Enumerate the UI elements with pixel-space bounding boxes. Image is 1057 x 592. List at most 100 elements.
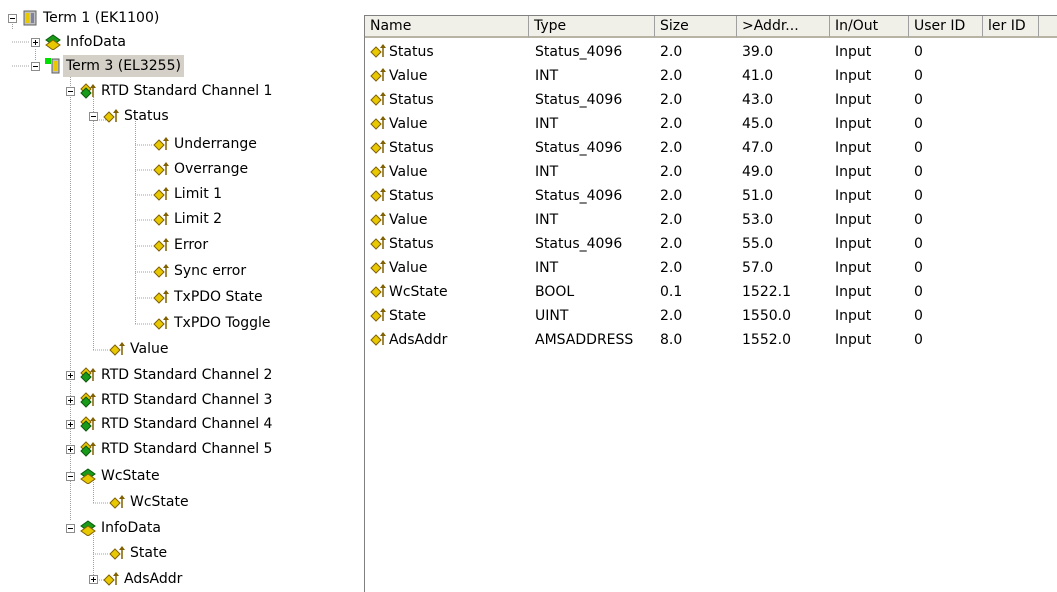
expand-toggle[interactable]	[66, 420, 75, 429]
cell-user-id: 0	[914, 164, 923, 180]
cell-user-id: 0	[914, 116, 923, 132]
device-tree: Term 1 (EK1100) InfoData Term 3 (EL3255)…	[0, 0, 355, 591]
input-var-icon	[370, 140, 386, 154]
table-row[interactable]: Status Status_4096 2.0 47.0 Input 0	[365, 136, 1045, 160]
tree-label: InfoData	[101, 520, 161, 536]
cell-type: AMSADDRESS	[535, 332, 634, 348]
collapse-toggle[interactable]	[89, 112, 98, 121]
cell-inout: Input	[835, 308, 872, 324]
table-row[interactable]: Value INT 2.0 53.0 Input 0	[365, 208, 1045, 232]
cell-type: INT	[535, 116, 559, 132]
tree-label: RTD Standard Channel 3	[101, 392, 273, 408]
tree-label: Status	[124, 108, 169, 124]
collapse-toggle[interactable]	[31, 62, 40, 71]
column-header-size[interactable]: Size	[655, 16, 737, 38]
table-row[interactable]: Value INT 2.0 41.0 Input 0	[365, 64, 1045, 88]
tree-label: WcState	[130, 494, 189, 510]
table-row[interactable]: Status Status_4096 2.0 55.0 Input 0	[365, 232, 1045, 256]
cell-inout: Input	[835, 236, 872, 252]
cell-address: 47.0	[742, 140, 774, 156]
table-row[interactable]: Value INT 2.0 57.0 Input 0	[365, 256, 1045, 280]
tree-label: Overrange	[174, 161, 249, 177]
collapse-toggle[interactable]	[66, 87, 75, 96]
cell-user-id: 0	[914, 68, 923, 84]
expand-toggle[interactable]	[89, 575, 98, 584]
variable-list-view[interactable]: Name Type Size >Addr... In/Out User ID l…	[364, 15, 1057, 592]
column-header-inout[interactable]: In/Out	[830, 16, 909, 38]
input-var-icon	[153, 212, 169, 226]
cell-inout: Input	[835, 92, 872, 108]
column-header-linker-id[interactable]: ler ID	[983, 16, 1039, 38]
cell-inout: Input	[835, 164, 872, 180]
input-var-icon	[153, 238, 169, 252]
table-row[interactable]: WcState BOOL 0.1 1522.1 Input 0	[365, 280, 1045, 304]
cell-size: 8.0	[660, 332, 683, 348]
cell-inout: Input	[835, 188, 872, 204]
expand-toggle[interactable]	[66, 371, 75, 380]
column-header-address[interactable]: >Addr...	[737, 16, 830, 38]
cell-text: WcState	[389, 284, 448, 300]
tree-label: TxPDO State	[174, 289, 263, 305]
cell-address: 39.0	[742, 44, 774, 60]
input-var-icon	[370, 44, 386, 58]
input-var-icon	[370, 68, 386, 82]
cell-user-id: 0	[914, 236, 923, 252]
cell-size: 2.0	[660, 140, 683, 156]
collapse-toggle[interactable]	[8, 14, 17, 23]
table-row[interactable]: State UINT 2.0 1550.0 Input 0	[365, 304, 1045, 328]
tree-label: RTD Standard Channel 2	[101, 367, 273, 383]
column-header-type[interactable]: Type	[529, 16, 655, 38]
table-row[interactable]: Status Status_4096 2.0 43.0 Input 0	[365, 88, 1045, 112]
cell-size: 2.0	[660, 92, 683, 108]
tree-label: Limit 2	[174, 211, 223, 227]
input-var-icon	[370, 308, 386, 322]
input-var-group-icon	[80, 392, 96, 408]
cell-text: Value	[389, 164, 428, 180]
input-var-icon	[370, 212, 386, 226]
table-row[interactable]: Status Status_4096 2.0 39.0 Input 0	[365, 40, 1045, 64]
table-row[interactable]: AdsAddr AMSADDRESS 8.0 1552.0 Input 0	[365, 328, 1045, 352]
cell-size: 0.1	[660, 284, 683, 300]
cell-user-id: 0	[914, 308, 923, 324]
input-var-icon	[370, 92, 386, 106]
input-var-icon	[370, 188, 386, 202]
cell-type: Status_4096	[535, 92, 623, 108]
input-var-icon	[153, 264, 169, 278]
expand-toggle[interactable]	[31, 38, 40, 47]
cell-text: Status	[389, 44, 434, 60]
cell-type: INT	[535, 164, 559, 180]
cell-address: 41.0	[742, 68, 774, 84]
input-var-icon	[153, 290, 169, 304]
cell-text: Value	[389, 68, 428, 84]
input-var-icon	[370, 164, 386, 178]
expand-toggle[interactable]	[66, 396, 75, 405]
column-header-user-id[interactable]: User ID	[909, 16, 983, 38]
input-var-icon	[370, 332, 386, 346]
tree-label: RTD Standard Channel 5	[101, 441, 273, 457]
cell-inout: Input	[835, 68, 872, 84]
collapse-toggle[interactable]	[66, 524, 75, 533]
table-row[interactable]: Value INT 2.0 49.0 Input 0	[365, 160, 1045, 184]
collapse-toggle[interactable]	[66, 472, 75, 481]
column-header-name[interactable]: Name	[365, 16, 529, 38]
table-row[interactable]: Value INT 2.0 45.0 Input 0	[365, 112, 1045, 136]
column-header-spacer	[1039, 16, 1057, 38]
green-var-group-icon	[80, 468, 96, 484]
cell-user-id: 0	[914, 212, 923, 228]
cell-type: Status_4096	[535, 188, 623, 204]
green-var-group-icon	[80, 520, 96, 536]
cell-size: 2.0	[660, 236, 683, 252]
input-var-icon	[153, 316, 169, 330]
input-var-icon	[370, 236, 386, 250]
cell-text: Value	[389, 260, 428, 276]
expand-toggle[interactable]	[66, 445, 75, 454]
cell-address: 53.0	[742, 212, 774, 228]
cell-address: 57.0	[742, 260, 774, 276]
input-var-icon	[153, 187, 169, 201]
cell-address: 49.0	[742, 164, 774, 180]
cell-type: INT	[535, 212, 559, 228]
tree-label: Error	[174, 237, 209, 253]
table-row[interactable]: Status Status_4096 2.0 51.0 Input 0	[365, 184, 1045, 208]
cell-user-id: 0	[914, 260, 923, 276]
cell-address: 1550.0	[742, 308, 791, 324]
